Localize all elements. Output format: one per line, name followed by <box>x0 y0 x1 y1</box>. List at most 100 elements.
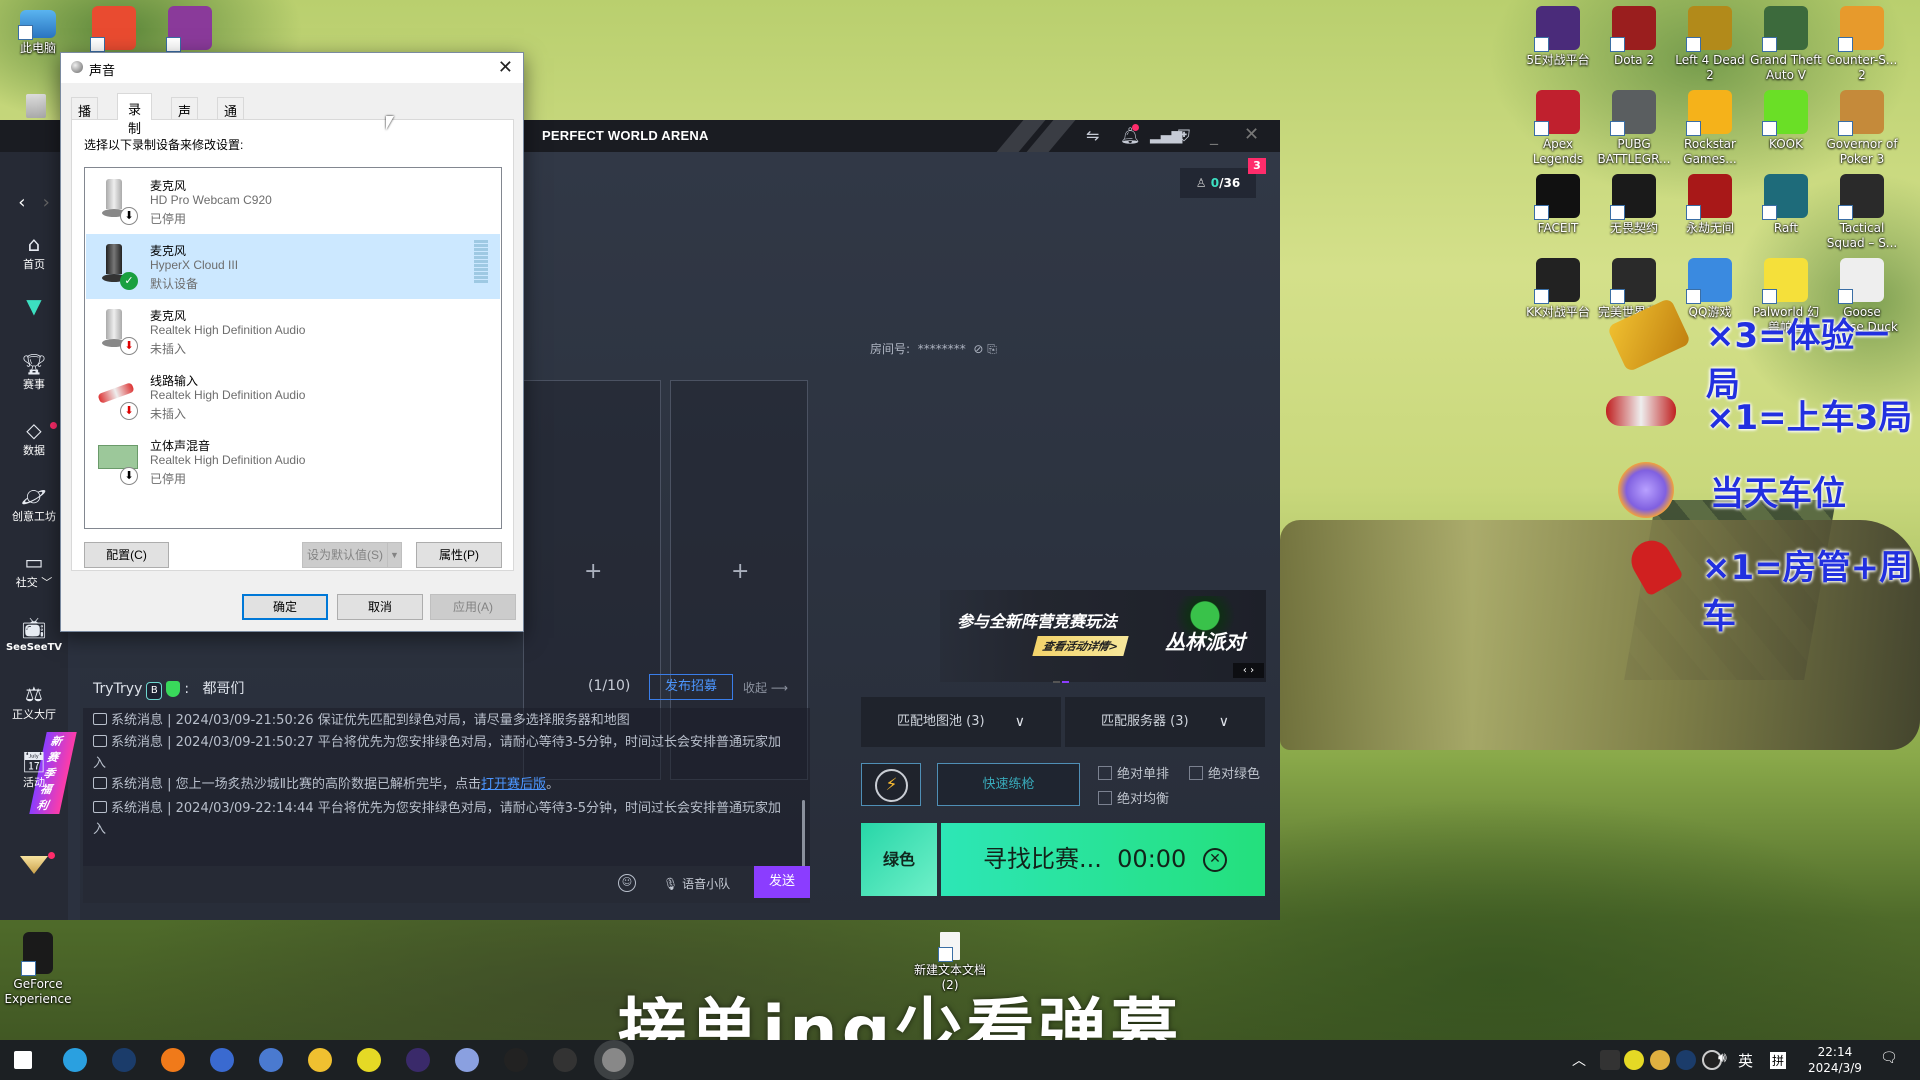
device-item[interactable]: ⬇ 立体声混音 Realtek High Definition Audio 已停… <box>86 429 500 494</box>
cancel-button[interactable]: 取消 <box>337 594 423 620</box>
desktop-icon[interactable]: KOOK <box>1748 90 1824 152</box>
tab-sounds[interactable]: 声音 <box>171 97 199 138</box>
qq-music-tray-icon[interactable] <box>1624 1050 1644 1070</box>
post-match-link[interactable]: 打开赛后版 <box>481 777 546 792</box>
desktop-icon[interactable]: Governor of Poker 3 <box>1824 90 1900 167</box>
sidebar-item-activities[interactable]: 📅︎ 活动 <box>0 750 68 790</box>
aim-practice-icon-button[interactable]: ⚡ <box>861 763 921 806</box>
sidebar-item-workshop[interactable]: 🪐︎ 创意工坊 <box>0 484 68 524</box>
map-pool-dropdown[interactable]: 匹配地图池 (3) ∨ <box>861 697 1061 747</box>
raccoon-tray-icon[interactable] <box>1650 1050 1670 1070</box>
qq-music-icon[interactable] <box>357 1048 381 1072</box>
obs-icon[interactable] <box>504 1048 528 1072</box>
desktop-icon[interactable]: Tactical Squad – S... <box>1824 174 1900 251</box>
properties-button[interactable]: 属性(P) <box>416 542 502 568</box>
raccoon-icon[interactable] <box>308 1048 332 1072</box>
5e-icon[interactable] <box>406 1048 430 1072</box>
edge-icon[interactable] <box>63 1048 87 1072</box>
ime-mode[interactable]: 拼 <box>1770 1052 1787 1069</box>
desktop-icon[interactable]: 永劫无间 <box>1672 174 1748 236</box>
banner-arrows[interactable]: ‹ › <box>1233 663 1264 678</box>
tab-recording[interactable]: 录制 <box>117 93 153 136</box>
settings-gear-icon[interactable] <box>259 1048 283 1072</box>
apply-button[interactable]: 应用(A) <box>430 594 516 620</box>
banner-pagination[interactable] <box>1053 668 1071 687</box>
sidebar-item-events[interactable]: 🏆︎ 赛事 <box>0 352 68 392</box>
set-default-dropdown[interactable]: ▼ <box>387 542 402 568</box>
configure-button[interactable]: 配置(C) <box>84 542 169 568</box>
close-icon[interactable]: ✕ <box>1244 124 1259 145</box>
sidebar-item-csgo[interactable]: ▼ <box>0 294 68 318</box>
desktop-icon[interactable]: 5E对战平台 <box>1520 6 1596 68</box>
app-blue-icon[interactable] <box>210 1048 234 1072</box>
sidebar-item-home[interactable]: ⌂ 首页 <box>0 232 68 272</box>
server-pool-dropdown[interactable]: 匹配服务器 (3) ∨ <box>1065 697 1265 747</box>
speaker-app-icon[interactable] <box>602 1048 626 1072</box>
sidebar-item-data[interactable]: ◇ 数据 <box>0 418 68 458</box>
volume-icon[interactable]: 🔊︎ <box>1718 1050 1727 1066</box>
perfect-world-tray-icon[interactable] <box>1600 1050 1620 1070</box>
start-icon[interactable] <box>14 1051 32 1069</box>
find-match-button[interactable]: 寻找比赛... 00:00 ✕ <box>941 823 1265 896</box>
checkbox-solo[interactable]: 绝对单排 <box>1098 763 1169 782</box>
recycle-bin-icon[interactable] <box>26 94 46 118</box>
shield-icon[interactable]: ⛨ <box>1178 126 1190 146</box>
gift-icon[interactable] <box>20 856 48 874</box>
switch-icon[interactable]: ⇋ <box>1086 126 1099 145</box>
player-counter[interactable]: ♙ 0/36 <box>1180 168 1256 198</box>
desktop-icon[interactable]: Left 4 Dead 2 <box>1672 6 1748 83</box>
event-banner[interactable]: 参与全新阵营竞赛玩法 查看活动详情> 丛林派对 <box>940 590 1266 682</box>
checkbox-balanced[interactable]: 绝对均衡 <box>1098 788 1169 807</box>
tab-communications[interactable]: 通信 <box>217 97 245 138</box>
steam-icon[interactable] <box>112 1048 136 1072</box>
device-item-selected[interactable]: ✓ 麦克风 HyperX Cloud III 默认设备 <box>86 234 500 299</box>
sidebar-item-seeseetv[interactable]: 📺︎ SeeSeeTV <box>0 616 68 653</box>
steam-tray-icon[interactable] <box>1676 1050 1696 1070</box>
desktop-icon[interactable]: 无畏契约 <box>1596 174 1672 236</box>
quick-practice-button[interactable]: 快速练枪 <box>937 763 1080 806</box>
desktop-icon[interactable]: Raft <box>1748 174 1824 236</box>
notifications-icon[interactable]: 🗨︎ <box>1880 1050 1898 1066</box>
desktop-icon[interactable]: Dota 2 <box>1596 6 1672 68</box>
back-icon[interactable]: ‹ <box>18 192 25 213</box>
send-button[interactable]: 发送 <box>754 866 810 898</box>
sidebar-item-justice-hall[interactable]: ⚖ 正义大厅 <box>0 682 68 722</box>
checkbox-green[interactable]: 绝对绿色 <box>1189 763 1260 782</box>
voice-team-button[interactable]: 🎙︎ 语音小队 <box>663 875 730 892</box>
input-language[interactable]: 英 <box>1738 1050 1753 1071</box>
publish-recruit-button[interactable]: 发布招募 <box>649 674 733 700</box>
chat-input[interactable]: ☺ 🎙︎ 语音小队 发送 <box>83 866 810 903</box>
copy-icon[interactable]: ⎘ <box>987 342 997 356</box>
desktop-icon[interactable]: Grand Theft Auto V <box>1748 6 1824 83</box>
mode-green-label[interactable]: 绿色 <box>861 823 937 896</box>
close-icon[interactable]: ✕ <box>498 57 513 78</box>
set-default-button[interactable]: 设为默认值(S) <box>302 542 388 568</box>
perfect-world-icon[interactable] <box>553 1048 577 1072</box>
desktop-icon[interactable]: FACEIT <box>1520 174 1596 236</box>
ok-button[interactable]: 确定 <box>242 594 328 620</box>
desktop-icon[interactable]: Rockstar Games... <box>1672 90 1748 167</box>
device-item[interactable]: ⬇ 麦克风 HD Pro Webcam C920 已停用 <box>86 169 500 234</box>
emoji-icon[interactable]: ☺ <box>618 874 636 892</box>
desktop-icon[interactable]: Counter-S... 2 <box>1824 6 1900 83</box>
desktop-icon[interactable]: PUBG BATTLEGR... <box>1596 90 1672 167</box>
event-details-button[interactable]: 查看活动详情> <box>1032 636 1129 656</box>
desktop-icon[interactable]: Apex Legends <box>1520 90 1596 167</box>
robot-icon[interactable] <box>455 1048 479 1072</box>
desktop-icon-geforce[interactable]: GeForce Experience <box>0 932 76 1007</box>
clock[interactable]: 22:14 2024/3/9 <box>1808 1044 1862 1076</box>
add-player-icon[interactable]: + <box>584 559 602 584</box>
sidebar-item-social[interactable]: ▭ 社交 ﹀ <box>0 550 68 590</box>
forward-icon[interactable]: › <box>43 192 50 213</box>
username[interactable]: TryTryy <box>93 681 142 697</box>
add-player-icon[interactable]: + <box>731 559 749 584</box>
desktop-icon-this-pc[interactable]: 此电脑 <box>0 6 76 56</box>
collapse-button[interactable]: 收起 ⟶ <box>743 679 788 696</box>
tab-playback[interactable]: 播放 <box>71 97 99 138</box>
hide-icon[interactable]: ⊘ <box>973 342 983 356</box>
minimize-icon[interactable]: _ <box>1210 126 1218 145</box>
desktop-icon[interactable]: KK对战平台 <box>1520 258 1596 320</box>
cancel-search-icon[interactable]: ✕ <box>1203 848 1227 872</box>
device-item[interactable]: ⬇ 线路输入 Realtek High Definition Audio 未插入 <box>86 364 500 429</box>
show-hidden-icons[interactable]: ︿ <box>1572 1050 1586 1070</box>
